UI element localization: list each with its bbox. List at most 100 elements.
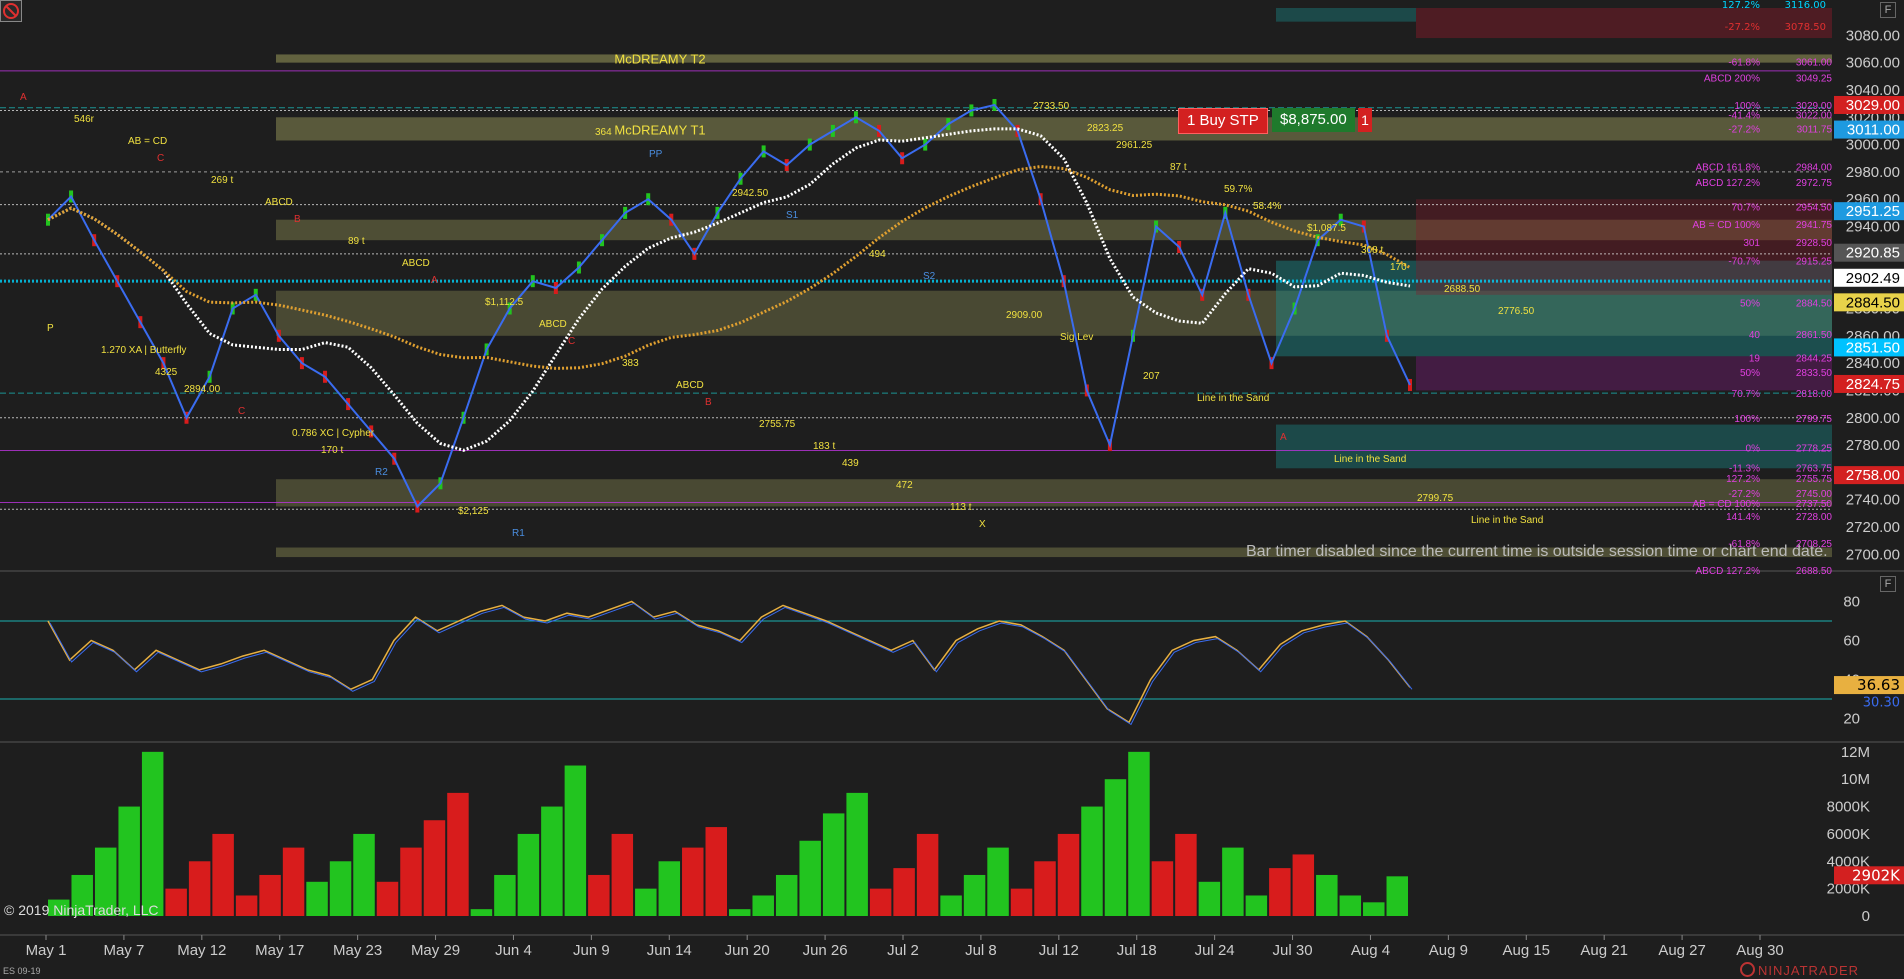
level-label-price: 2972.75 <box>1796 178 1833 189</box>
level-label-price: 3022.00 <box>1796 111 1833 122</box>
volume-bar <box>1339 895 1362 916</box>
chart-annotation: 2733.50 <box>1033 101 1070 112</box>
volume-bar <box>822 813 845 916</box>
chart-canvas[interactable]: McDREAMY T2 McDREAMY T1 A C B A C B 439 X 2961.25 5… <box>0 0 1904 979</box>
chart-annotation: PP <box>649 149 663 160</box>
level-label-price: 2778.25 <box>1796 443 1833 454</box>
price-axis-badge-text: 2920.85 <box>1846 245 1900 262</box>
volume-bar <box>1386 876 1408 916</box>
volume-bar <box>1010 888 1033 916</box>
volume-bar <box>705 827 727 916</box>
chart-annotation: A <box>20 92 27 103</box>
time-axis-label: May 23 <box>333 942 382 959</box>
price-axis-badge-text: 2824.75 <box>1846 376 1900 393</box>
chart-annotation: Sig Lev <box>1060 332 1093 343</box>
chart-annotation: 2823.25 <box>1087 123 1124 134</box>
chart-annotation: 364 <box>595 127 612 138</box>
time-axis-label: Jun 20 <box>725 942 770 959</box>
chart-annotation: $2,125 <box>458 506 489 517</box>
chart-annotation: 183 t <box>813 441 835 452</box>
logo-text: NINJATRADER <box>1758 963 1860 978</box>
chart-annotation: Line in the Sand <box>1334 454 1406 465</box>
oscillator-axis-tick: 80 <box>1843 594 1860 611</box>
time-axis-label: Jun 9 <box>573 942 610 959</box>
volume-bar <box>588 874 610 916</box>
order-quantity-badge[interactable]: 1 <box>1358 108 1372 132</box>
bar-timer-message: Bar timer disabled since the current tim… <box>1246 543 1828 560</box>
time-axis-label: Aug 21 <box>1580 942 1628 959</box>
level-label-pct: ABCD 161.8% <box>1696 162 1761 173</box>
position-pnl-badge: $8,875.00 <box>1272 108 1355 132</box>
volume-bar <box>1222 847 1244 916</box>
volume-bar <box>400 847 422 916</box>
chart-annotation: 89 t <box>348 236 365 247</box>
chart-annotation: 546r <box>74 114 95 125</box>
time-axis-label: Jun 14 <box>647 942 692 959</box>
time-axis-label: May 12 <box>177 942 226 959</box>
chart-annotation: 113 t <box>950 502 972 513</box>
volume-bar <box>517 833 540 916</box>
volume-bar <box>1081 806 1103 916</box>
volume-bar <box>188 861 211 916</box>
volume-axis-tick: 10M <box>1841 771 1870 788</box>
chart-annotation: 4325 <box>155 367 178 378</box>
zone-mcdreamy-t2 <box>276 54 1832 63</box>
zone-red <box>1416 8 1832 39</box>
volume-bar <box>1245 895 1268 916</box>
no-entry-icon[interactable] <box>0 0 22 22</box>
time-axis-label: Jul 18 <box>1117 942 1157 959</box>
time-axis-label: Jul 30 <box>1273 942 1313 959</box>
chart-annotation: 59.7% <box>1224 184 1252 195</box>
chart-annotation: 383 <box>622 358 639 369</box>
level-label-price: 2799.75 <box>1796 414 1833 425</box>
level-label-price: 2884.50 <box>1796 298 1833 309</box>
volume-bar <box>775 874 798 916</box>
time-axis-label: May 17 <box>255 942 304 959</box>
zone-label-t1: McDREAMY T1 <box>614 123 705 138</box>
price-axis-tick: 2980.00 <box>1846 164 1900 181</box>
volume-bar <box>259 874 281 916</box>
volume-axis-tick: 8000K <box>1827 799 1870 816</box>
zone-magenta <box>1416 356 1832 391</box>
chart-annotation: 58.4% <box>1253 201 1281 212</box>
price-pane-menu-button[interactable]: F <box>1880 2 1896 18</box>
chart-annotation: 308 t <box>1361 245 1383 256</box>
chart-annotation: Line in the Sand <box>1471 515 1543 526</box>
level-label-pct: 100% <box>1734 414 1760 425</box>
price-axis-badge-text: 2758.00 <box>1846 467 1900 484</box>
volume-bar <box>1269 868 1291 916</box>
volume-bar <box>1175 833 1197 916</box>
chart-annotation: 87 t <box>1170 162 1187 173</box>
level-label-price: 2941.75 <box>1796 220 1833 231</box>
buy-stop-order-button[interactable]: 1 Buy STP <box>1178 108 1268 134</box>
volume-bar <box>869 888 892 916</box>
price-axis-badge-text: 2884.50 <box>1846 294 1900 311</box>
level-label-pct: 40 <box>1749 330 1761 341</box>
volume-bar <box>729 909 751 916</box>
level-label-price: 2688.50 <box>1796 566 1833 577</box>
time-axis-label: Jul 24 <box>1195 942 1235 959</box>
level-label-price: 2763.75 <box>1796 463 1833 474</box>
level-label-pct: ABCD 127.2% <box>1696 178 1761 189</box>
price-axis-tick: 2940.00 <box>1846 219 1900 236</box>
time-axis-label: May 7 <box>103 942 144 959</box>
volume-bar <box>165 888 187 916</box>
volume-axis-tick: 6000K <box>1827 826 1870 843</box>
volume-bar <box>658 861 681 916</box>
volume-bar <box>799 840 821 916</box>
time-axis-label: Jul 12 <box>1039 942 1079 959</box>
price-axis-badge-text: 2851.50 <box>1846 339 1900 356</box>
level-label-pct: -61.8% <box>1728 57 1760 68</box>
chart-annotation: 494 <box>869 249 886 260</box>
volume-bar <box>1198 881 1221 916</box>
time-axis-label: May 29 <box>411 942 460 959</box>
time-axis-label: Aug 30 <box>1736 942 1784 959</box>
volume-bar <box>635 888 657 916</box>
level-label-price: 3061.00 <box>1796 57 1833 68</box>
price-axis-tick: 2800.00 <box>1846 410 1900 427</box>
level-label-pct: 70.7% <box>1732 203 1760 214</box>
oscillator-pane-menu-button[interactable]: F <box>1880 576 1896 592</box>
volume-bar <box>470 909 493 916</box>
chart-annotation: ABCD <box>539 319 567 330</box>
volume-bar <box>423 820 446 916</box>
